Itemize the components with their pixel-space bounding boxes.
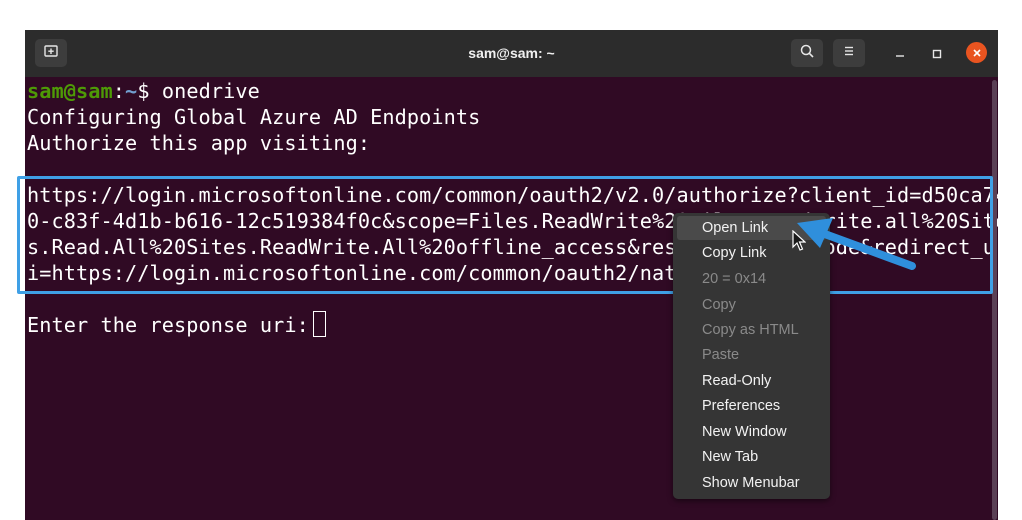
close-button[interactable] [966,42,987,63]
minimize-icon [894,45,906,64]
menu-item-new-window[interactable]: New Window [702,421,787,443]
menu-item-open-link[interactable]: Open Link [702,217,768,239]
menu-item-copy: Copy [702,297,736,313]
scrollbar[interactable] [992,80,997,520]
context-menu: Open Link Copy Link 20 = 0x14 Copy Copy … [673,213,830,499]
command-line: sam@sam:~$ onedrive [27,78,260,104]
hamburger-menu-icon [841,43,857,63]
prompt-user: sam@sam [27,79,113,103]
terminal-output[interactable]: sam@sam:~$ onedrive Configuring Global A… [27,78,998,518]
prompt-path: ~ [125,79,138,103]
text-cursor [313,311,326,337]
minimize-button[interactable] [888,42,912,66]
menu-item-paste: Paste [702,347,740,363]
url-highlight-box [17,176,993,294]
menu-item-show-menubar[interactable]: Show Menubar [702,472,800,494]
title-bar: sam@sam: ~ [25,30,998,77]
mouse-pointer-icon [792,230,806,251]
prompt-colon: : [112,79,126,103]
menu-item-new-tab[interactable]: New Tab [702,446,758,468]
menu-item-read-only[interactable]: Read-Only [702,370,771,392]
output-line: Configuring Global Azure AD Endpoints [27,105,481,129]
menu-item-copy-link[interactable]: Copy Link [702,242,766,264]
prompt-dollar: $ [137,79,162,103]
command-text: onedrive [161,79,260,103]
menu-item-preferences[interactable]: Preferences [702,395,780,417]
menu-button[interactable] [833,39,865,67]
response-uri-prompt: Enter the response uri: [27,313,322,337]
menu-item-copy-as-html: Copy as HTML [702,322,799,338]
search-icon [799,43,815,63]
close-icon [972,43,982,62]
menu-item-number-info: 20 = 0x14 [702,271,767,287]
output-line: Authorize this app visiting: [27,131,371,155]
maximize-button[interactable] [925,42,949,66]
maximize-icon [931,45,943,64]
search-button[interactable] [791,39,823,67]
